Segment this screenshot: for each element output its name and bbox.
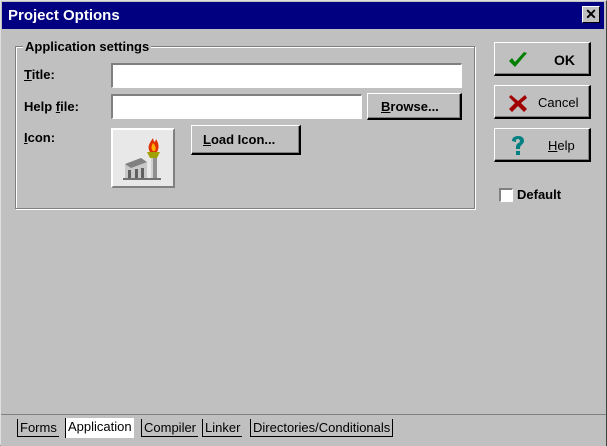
close-button[interactable]: ✕	[582, 6, 600, 23]
help-button[interactable]: Help	[494, 128, 591, 162]
tab-compiler[interactable]: Compiler	[141, 419, 199, 437]
question-mark-icon	[512, 136, 524, 155]
load-icon-button[interactable]: Load Icon...	[191, 125, 301, 155]
help-button-label: Help	[548, 138, 575, 153]
tab-application[interactable]: Application	[65, 418, 134, 438]
help-file-input[interactable]	[111, 94, 362, 119]
title-bar: Project Options ✕	[2, 2, 604, 29]
browse-button-label: Browse...	[381, 99, 439, 114]
tab-directories-conditionals[interactable]: Directories/Conditionals	[250, 419, 394, 437]
ok-button-label: OK	[554, 52, 575, 68]
title-label-accel: T	[24, 67, 32, 82]
project-options-dialog: Project Options ✕ Application settings T…	[0, 0, 607, 446]
help-accel: H	[548, 138, 558, 153]
application-icon-preview	[111, 128, 175, 188]
tab-strip: Forms Application Compiler Linker Direct…	[1, 414, 606, 446]
browse-button[interactable]: Browse...	[367, 93, 462, 120]
icon-label: Icon:	[24, 130, 55, 145]
icon-label-text: con:	[27, 130, 56, 145]
load-icon-button-label: Load Icon...	[203, 132, 275, 147]
checkmark-icon	[509, 52, 527, 67]
help-text: elp	[557, 138, 575, 153]
tab-linker[interactable]: Linker	[202, 419, 243, 437]
tab-forms[interactable]: Forms	[17, 419, 59, 437]
browse-accel: B	[381, 99, 391, 114]
default-checkbox-label[interactable]: Default	[517, 187, 561, 202]
window-title: Project Options	[8, 7, 120, 24]
title-input[interactable]	[111, 63, 462, 88]
load-icon-text: oad Icon...	[210, 132, 276, 147]
browse-text: rowse...	[390, 99, 439, 114]
title-label-text: itle:	[31, 67, 55, 82]
cancel-button-label: Cancel	[538, 95, 579, 110]
ok-button[interactable]: OK	[494, 42, 591, 76]
title-label: Title:	[24, 67, 55, 82]
cancel-button[interactable]: Cancel	[494, 85, 591, 119]
help-file-label-rest: ile:	[60, 99, 79, 114]
help-file-label-text: Help	[24, 99, 56, 114]
close-icon: ✕	[585, 6, 597, 22]
load-icon-accel: L	[203, 132, 211, 147]
default-checkbox[interactable]	[499, 188, 513, 202]
cancel-x-icon	[509, 95, 527, 112]
torch-icon	[123, 138, 161, 180]
group-label: Application settings	[23, 39, 152, 54]
help-file-label: Help file:	[24, 99, 79, 114]
